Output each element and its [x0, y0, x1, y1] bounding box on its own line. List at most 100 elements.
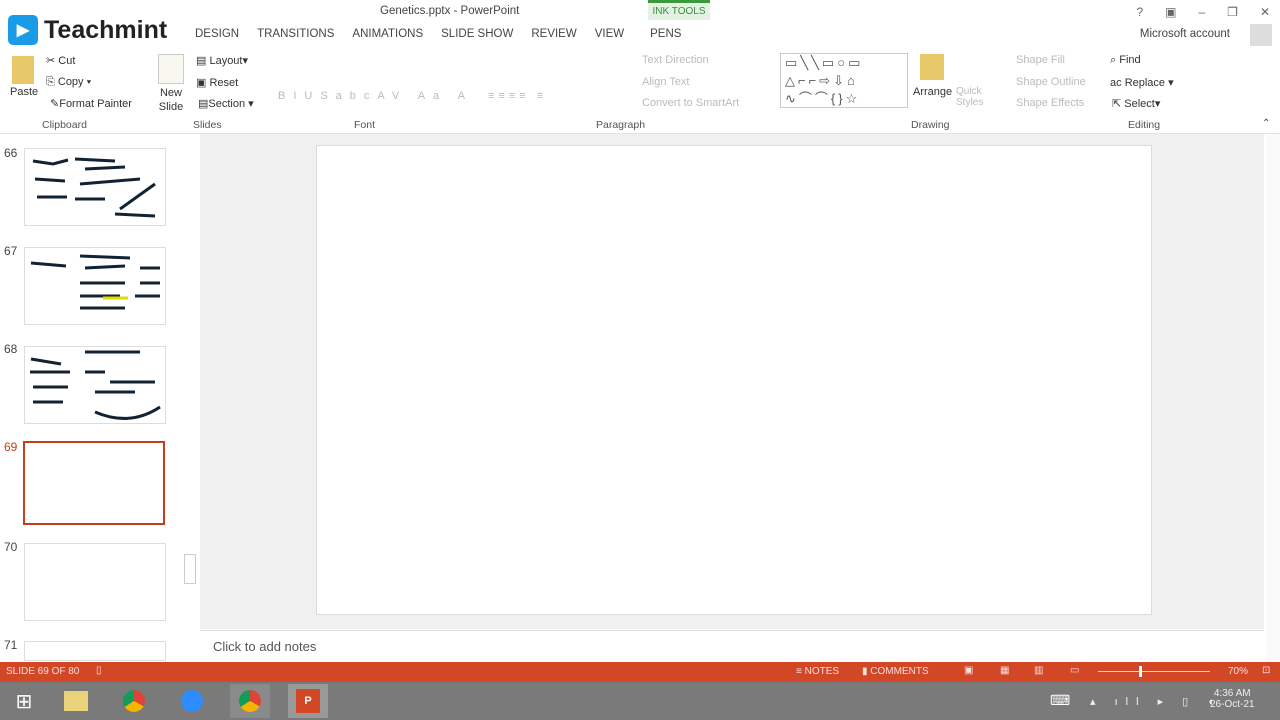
select-button[interactable]: ⇱ Select▾	[1112, 97, 1160, 110]
notes-pane[interactable]: Click to add notes	[200, 630, 1264, 662]
fit-slide-icon[interactable]: ⊡	[1262, 665, 1270, 676]
drawing-group-label: Drawing	[911, 119, 950, 131]
zoom-level[interactable]: 70%	[1228, 666, 1248, 677]
keyboard-icon[interactable]: ⌨	[1050, 692, 1070, 709]
ribbon-display-button[interactable]: ▣	[1165, 5, 1176, 19]
file-explorer-icon[interactable]	[56, 684, 96, 718]
copy-icon: ⎘	[46, 76, 55, 88]
replace-button[interactable]: ac Replace ▾	[1110, 76, 1174, 89]
arrange-button[interactable]: Arrange	[913, 86, 952, 98]
zoom-app-icon[interactable]	[172, 684, 212, 718]
slideshow-icon[interactable]: ▭	[1070, 665, 1079, 676]
editing-group-label: Editing	[1128, 119, 1161, 131]
clock-time: 4:36 AM	[1213, 688, 1251, 699]
tab-pens[interactable]: PENS	[642, 28, 699, 40]
restore-button[interactable]: ❐	[1227, 5, 1238, 19]
alignment-buttons: ≡≡≡≡ ≡	[488, 90, 548, 102]
quick-styles-button[interactable]: Quick Styles	[956, 86, 992, 108]
copy-label: Copy	[57, 76, 84, 88]
system-tray-icons[interactable]: ▴ ıll ▸ ▯ ◖	[1090, 695, 1222, 708]
slide-sorter-icon[interactable]: ▦	[1000, 665, 1009, 676]
comments-button[interactable]: ▮ COMMENTS	[862, 666, 929, 677]
align-text-button[interactable]: Align Text	[642, 76, 690, 88]
slide-thumbnail-67[interactable]	[24, 247, 166, 325]
avatar[interactable]	[1250, 24, 1272, 46]
thumbnail-number: 69	[4, 440, 18, 454]
close-button[interactable]: ✕	[1260, 5, 1270, 19]
reset-label: Reset	[209, 77, 239, 89]
paragraph-group-label: Paragraph	[596, 119, 646, 131]
slide-thumbnail-71[interactable]	[24, 641, 166, 661]
logo-text: Teachmint	[44, 15, 168, 44]
status-bar: SLIDE 69 OF 80 ▯ ≡ NOTES ▮ COMMENTS ▣ ▦ …	[0, 662, 1280, 682]
text-direction-button[interactable]: Text Direction	[642, 54, 709, 66]
windows-start-icon[interactable]: ⊞	[4, 684, 44, 718]
font-format-buttons: BIUSabcAV Aa A	[278, 90, 473, 102]
powerpoint-icon[interactable]: P	[288, 684, 328, 718]
tab-design[interactable]: DESIGN	[195, 28, 257, 40]
thumbnail-number: 71	[4, 638, 18, 652]
reset-button[interactable]: ▣ Reset	[196, 76, 238, 89]
slide-thumbnail-66[interactable]	[24, 148, 166, 226]
cut-button[interactable]: ✂ Cut	[46, 54, 75, 67]
scissors-icon: ✂	[46, 55, 56, 67]
tab-view[interactable]: VIEW	[595, 28, 642, 40]
reading-view-icon[interactable]: ▥	[1034, 665, 1043, 676]
tab-slide-show[interactable]: SLIDE SHOW	[441, 28, 531, 40]
chrome-profile-icon[interactable]	[230, 684, 270, 718]
arrange-icon	[920, 54, 944, 80]
window-title: Genetics.pptx - PowerPoint	[380, 5, 520, 17]
current-slide[interactable]	[316, 145, 1152, 615]
chrome-icon[interactable]	[114, 684, 154, 718]
zoom-slider[interactable]	[1098, 671, 1210, 672]
convert-smartart-button[interactable]: Convert to SmartArt	[642, 97, 739, 109]
tab-animations[interactable]: ANIMATIONS	[352, 28, 441, 40]
tab-transitions[interactable]: TRANSITIONS	[257, 28, 352, 40]
thumbnail-number: 66	[4, 146, 18, 160]
thumbnail-number: 70	[4, 540, 18, 554]
slides-group-label: Slides	[193, 119, 222, 131]
binoculars-icon: ⌕	[1110, 54, 1117, 66]
format-painter-button[interactable]: ✎Format Painter	[50, 97, 132, 110]
tab-review[interactable]: REVIEW	[531, 28, 594, 40]
teachmint-logo: ▶ Teachmint	[8, 12, 188, 48]
shape-outline-button[interactable]: Shape Outline	[1016, 76, 1086, 88]
zoom-slider-thumb[interactable]	[1139, 666, 1142, 677]
normal-view-icon[interactable]: ▣	[964, 665, 973, 676]
editor-scrollbar[interactable]	[1266, 134, 1280, 662]
clipboard-group-label: Clipboard	[42, 119, 87, 131]
shape-effects-button[interactable]: Shape Effects	[1016, 97, 1084, 109]
find-button[interactable]: ⌕ Find	[1110, 54, 1141, 67]
replace-icon: ac	[1110, 77, 1122, 89]
ink-tools-context-tab[interactable]: INK TOOLS	[648, 0, 710, 20]
copy-button[interactable]: ⎘ Copy ▾	[46, 76, 91, 89]
shapes-gallery[interactable]: ▭╲╲▭○▭ △⌐⌐⇨⇩⌂ ∿⌒⌒{}☆	[780, 53, 908, 108]
spell-check-icon[interactable]: ▯	[96, 665, 102, 676]
help-button[interactable]: ?	[1136, 5, 1143, 19]
comments-label: COMMENTS	[870, 666, 929, 677]
slide-thumbnail-68[interactable]	[24, 346, 166, 424]
minimize-button[interactable]: –	[1198, 5, 1205, 19]
section-button[interactable]: ▤Section ▾	[198, 97, 254, 110]
thumbnail-number: 67	[4, 244, 18, 258]
paste-button[interactable]: Paste	[10, 86, 38, 98]
clock[interactable]: 4:36 AM 26-Oct-21	[1210, 688, 1254, 710]
cursor-icon: ⇱	[1112, 98, 1122, 110]
slide-counter: SLIDE 69 OF 80	[6, 666, 80, 677]
window-controls: ? ▣ – ❐ ✕	[1136, 5, 1270, 19]
notes-placeholder: Click to add notes	[213, 639, 317, 654]
account-menu[interactable]: Microsoft account	[1140, 28, 1230, 40]
ribbon-tabs: DESIGN TRANSITIONS ANIMATIONS SLIDE SHOW…	[195, 28, 699, 40]
layout-label: Layout	[209, 55, 243, 67]
slide-thumbnail-69[interactable]	[23, 441, 165, 525]
slide-thumbnail-70[interactable]	[24, 543, 166, 621]
teachmint-logo-icon: ▶	[8, 15, 38, 45]
thumbnail-number: 68	[4, 342, 18, 356]
notes-button[interactable]: ≡ NOTES	[796, 666, 839, 677]
replace-label: Replace	[1124, 77, 1166, 89]
collapse-ribbon-icon[interactable]: ⌃	[1262, 118, 1270, 129]
layout-button[interactable]: ▤ Layout▾	[196, 54, 248, 67]
shape-fill-button[interactable]: Shape Fill	[1016, 54, 1065, 66]
new-slide-button[interactable]: New Slide	[155, 86, 187, 114]
thumbnail-scrollbar[interactable]	[184, 136, 198, 660]
